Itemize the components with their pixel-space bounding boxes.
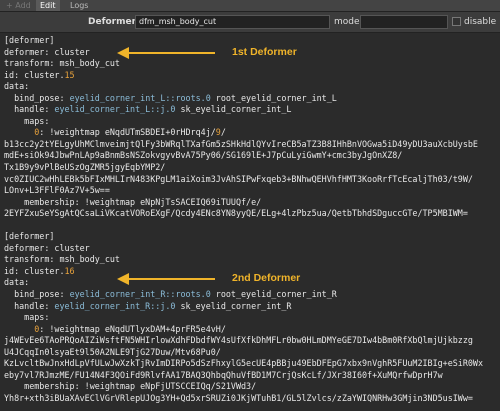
arrow-icon-first bbox=[117, 47, 215, 59]
arrow-annotations bbox=[117, 47, 215, 285]
annotation-first-deformer: 1st Deformer bbox=[232, 46, 297, 58]
arrow-icon-second bbox=[117, 273, 215, 285]
annotation-second-deformer: 2nd Deformer bbox=[232, 272, 301, 284]
